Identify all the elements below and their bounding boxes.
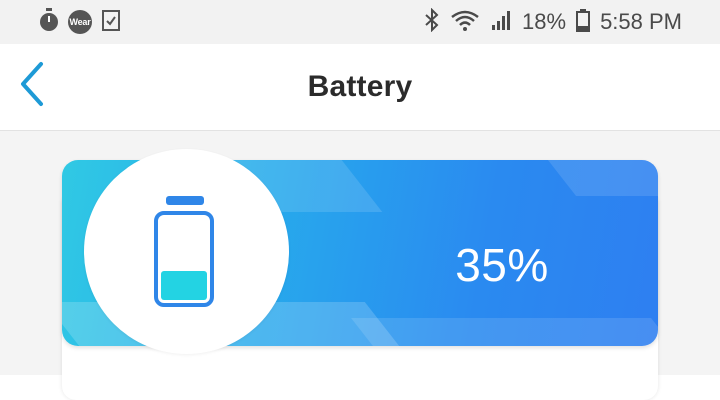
decorative-shape xyxy=(351,318,658,346)
page-title: Battery xyxy=(307,70,413,103)
status-bar: Wear 18% 5:58 PM xyxy=(0,0,720,44)
wifi-icon xyxy=(450,8,480,37)
battery-fill xyxy=(161,271,207,300)
app-bar: Battery xyxy=(0,44,720,131)
stopwatch-icon xyxy=(38,7,60,38)
decorative-shape xyxy=(547,160,658,196)
checklist-icon xyxy=(100,8,122,37)
status-time: 5:58 PM xyxy=(600,9,682,34)
signal-icon xyxy=(490,9,512,36)
bluetooth-icon xyxy=(424,7,440,37)
battery-percent-label: 35% xyxy=(455,239,549,291)
status-bar-right: 18% 5:58 PM xyxy=(424,7,682,37)
battery-icon xyxy=(576,8,591,37)
battery-percent-text: 18% xyxy=(522,9,567,34)
battery-icon-circle xyxy=(84,149,289,354)
battery-level-icon xyxy=(154,196,214,307)
status-bar-left: Wear xyxy=(38,7,122,38)
wear-icon: Wear xyxy=(68,10,92,34)
